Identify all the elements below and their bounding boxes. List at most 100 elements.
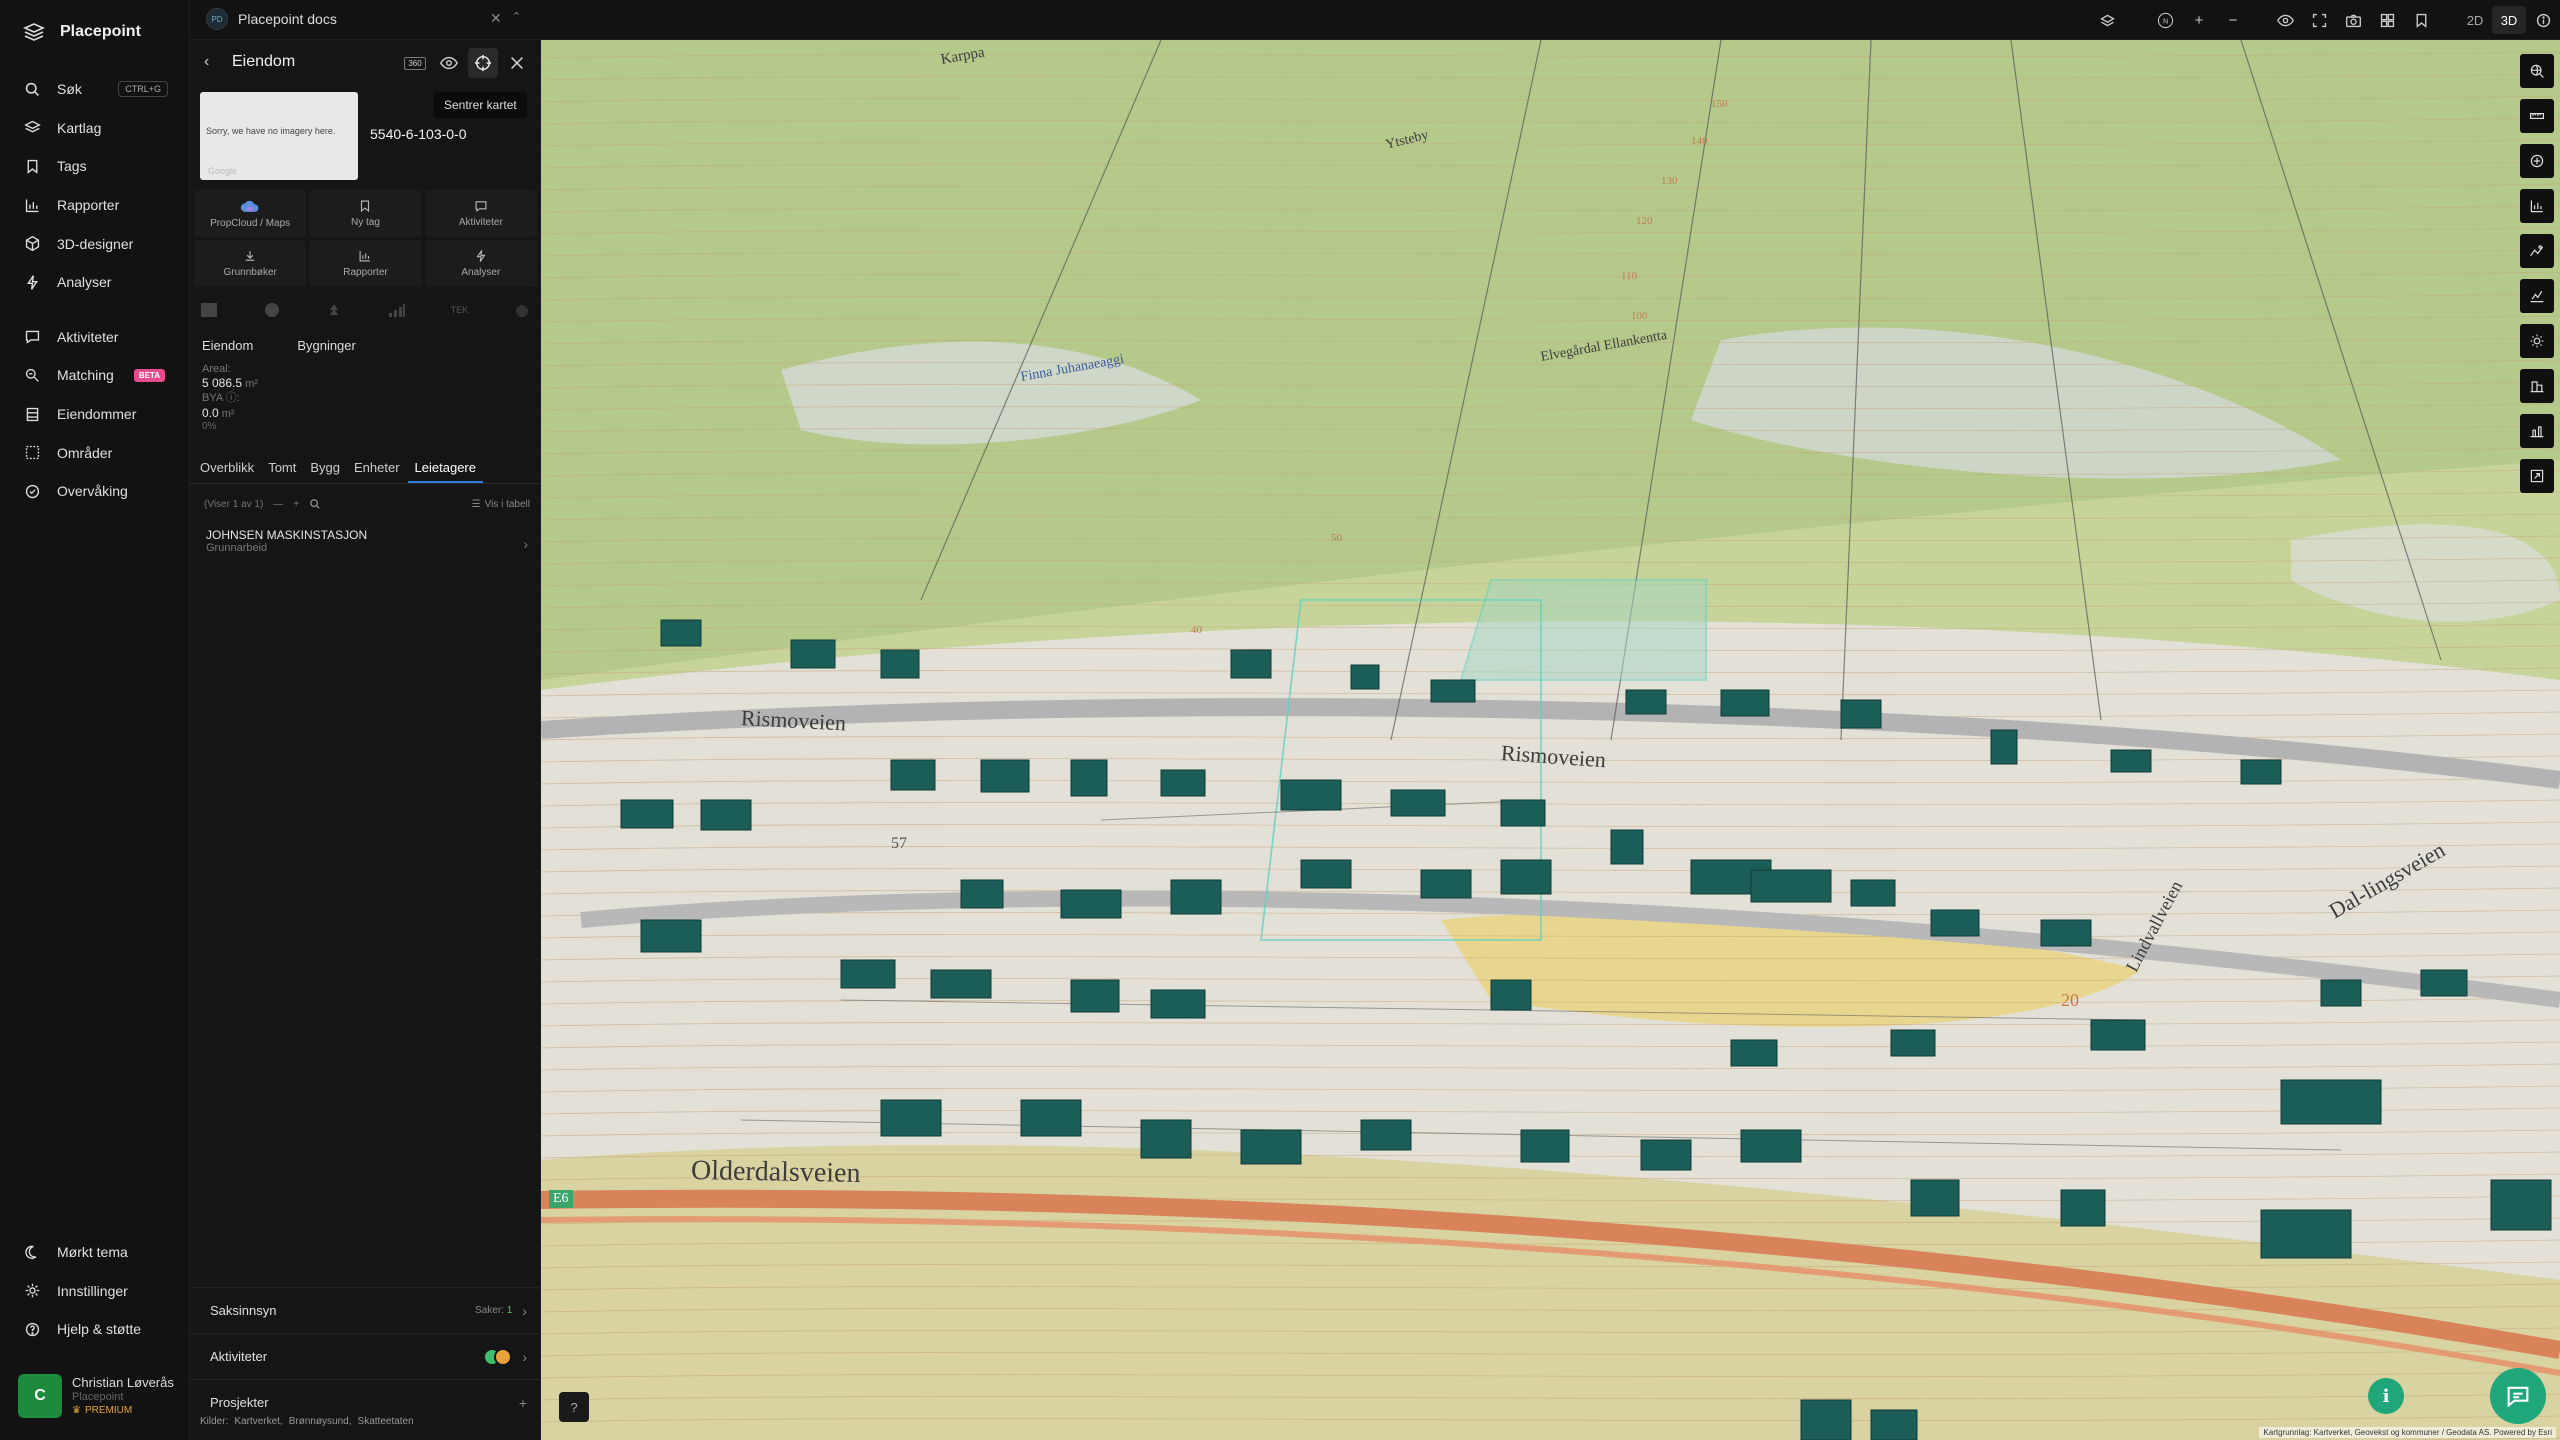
nav-item-analyser[interactable]: Analyser [0,263,190,302]
accordion-aktiviteter[interactable]: Aktiviteter › [190,1333,541,1379]
height-button[interactable] [2520,414,2554,448]
measure-button[interactable] [2520,99,2554,133]
tab-leietagere[interactable]: Leietagere [407,456,483,483]
info-button[interactable]: i [2368,1378,2404,1414]
visibility-toggle[interactable] [434,48,464,78]
collapse-icon[interactable]: — [273,499,283,510]
nav-item-eiendommer[interactable]: Eiendommer [0,395,190,434]
sources: Kilder: Kartverket, Brønnøysund, Skattee… [200,1416,414,1427]
view-360-button[interactable]: 360 [400,48,430,78]
bookmark-button[interactable] [2404,0,2438,40]
flood-icon[interactable] [511,301,533,319]
nav-label: Aktiviteter [57,328,119,345]
brand[interactable]: Placepoint [22,20,141,44]
nav-item-kartlag[interactable]: Kartlag [0,109,190,148]
search-icon[interactable] [309,498,321,510]
tab-tomt[interactable]: Tomt [268,456,296,483]
signal-icon[interactable] [386,301,408,319]
tek-icon[interactable]: TEK [448,301,470,319]
map-layer-icon[interactable] [198,301,220,319]
nav-item-omrader[interactable]: Områder [0,433,190,472]
tab-enheter[interactable]: Enheter [354,456,400,483]
tab-bygg[interactable]: Bygg [310,456,340,483]
sub-tab-bygninger[interactable]: Bygninger [297,338,356,353]
globe-search-button[interactable] [2520,54,2554,88]
center-map-button[interactable] [468,48,498,78]
expand-icon[interactable]: ⌃ [512,10,521,27]
zoom-out-button[interactable]: − [2216,0,2250,40]
street-view-thumbnail[interactable]: Sorry, we have no imagery here. Google [200,92,358,180]
analyses-button[interactable]: Analyser [424,240,537,287]
globe-icon[interactable] [261,301,283,319]
close-icon [511,57,523,69]
cloud-icon [240,200,259,212]
sun-button[interactable] [2520,324,2554,358]
help-button[interactable]: ? [559,1392,589,1422]
export-button[interactable] [2520,459,2554,493]
tenant-row[interactable]: JOHNSEN MASKINSTASJON Grunnarbeid › [206,528,528,562]
chart-icon [25,199,39,212]
accordion-saksinnsyn[interactable]: Saksinnsyn Saker: 1 › [190,1287,541,1333]
plan-label: PREMIUM [84,1404,133,1416]
nav-item-rapporter[interactable]: Rapporter [0,186,190,225]
nav-label: Kartlag [57,119,102,136]
vegetation-icon[interactable] [323,301,345,319]
nav-item-help[interactable]: Hjelp & støtte [0,1310,190,1349]
activities-button[interactable]: Aktiviteter [424,190,537,237]
nav-item-settings[interactable]: Innstillinger [0,1272,190,1311]
list-toolbar: (Viser 1 av 1) — + ☰ Vis i tabell [204,494,530,514]
fullscreen-icon [2312,13,2326,27]
chevron-right-icon: › [523,536,528,552]
elevation-button[interactable] [2520,279,2554,313]
back-icon[interactable]: ‹ [204,53,209,71]
shadow-button[interactable] [2520,369,2554,403]
nav-label: 3D-designer [57,235,134,252]
layers-toggle-button[interactable] [2090,0,2124,40]
doc-badge: PD [206,8,228,30]
nav-item-aktiviteter[interactable]: Aktiviteter [0,318,190,357]
chart-button[interactable] [2520,189,2554,223]
nav-item-tags[interactable]: Tags [0,147,190,186]
nav-item-dark-theme[interactable]: Mørkt tema [0,1233,190,1272]
nav-item-overvaking[interactable]: Overvåking [0,472,190,511]
compass-button[interactable]: N [2148,0,2182,40]
grid-button[interactable] [2370,0,2404,40]
visibility-button[interactable] [2268,0,2302,40]
reports-button[interactable]: Rapporter [309,240,422,287]
show-in-table-link[interactable]: ☰ Vis i tabell [472,499,530,510]
fullscreen-button[interactable] [2302,0,2336,40]
close-icon[interactable]: ✕ [490,10,502,27]
zoom-in-button[interactable]: + [2182,0,2216,40]
tab-overblikk[interactable]: Overblikk [200,456,254,483]
screenshot-button[interactable] [2336,0,2370,40]
bookmark-icon [361,200,370,213]
user-profile[interactable]: C Christian Løverås Placepoint ♛ PREMIUM [18,1370,182,1422]
source-skatteetaten[interactable]: Skatteetaten [358,1416,414,1427]
compass-icon: N [2157,12,2173,28]
add-icon[interactable]: + [519,1395,527,1411]
map-3d-view[interactable]: Rismoveien Rismoveien Olderdalsveien Lin… [541,40,2560,1440]
building-icon [26,407,39,421]
nav-item-search[interactable]: Søk CTRL+G [0,70,190,109]
nav-item-matching[interactable]: Matching BETA [0,356,190,395]
new-tag-button[interactable]: Ny tag [309,190,422,237]
area-measure-button[interactable] [2520,144,2554,178]
grid-icon [2380,13,2394,27]
nav-item-3d-designer[interactable]: 3D-designer [0,224,190,263]
mode-2d-button[interactable]: 2D [2458,6,2492,34]
source-bronnoysund[interactable]: Brønnøysund, [289,1416,352,1427]
profile-button[interactable] [2520,234,2554,268]
info-button[interactable] [2526,0,2560,40]
sub-tab-eiendom[interactable]: Eiendom [202,338,253,353]
chat-button[interactable] [2490,1368,2546,1424]
add-icon[interactable]: + [293,499,299,510]
ruler-icon [2530,113,2544,119]
propcloud-button[interactable]: PropCloud / Maps [194,190,307,237]
land-registry-button[interactable]: Grunnbøker [194,240,307,287]
contour-label: 100 [1631,310,1648,322]
contour-label: 110 [1621,270,1638,282]
source-kartverket[interactable]: Kartverket, [234,1416,282,1427]
close-panel-button[interactable] [502,48,532,78]
mode-3d-button[interactable]: 3D [2492,6,2526,34]
doc-tab[interactable]: PD Placepoint docs [206,8,337,30]
